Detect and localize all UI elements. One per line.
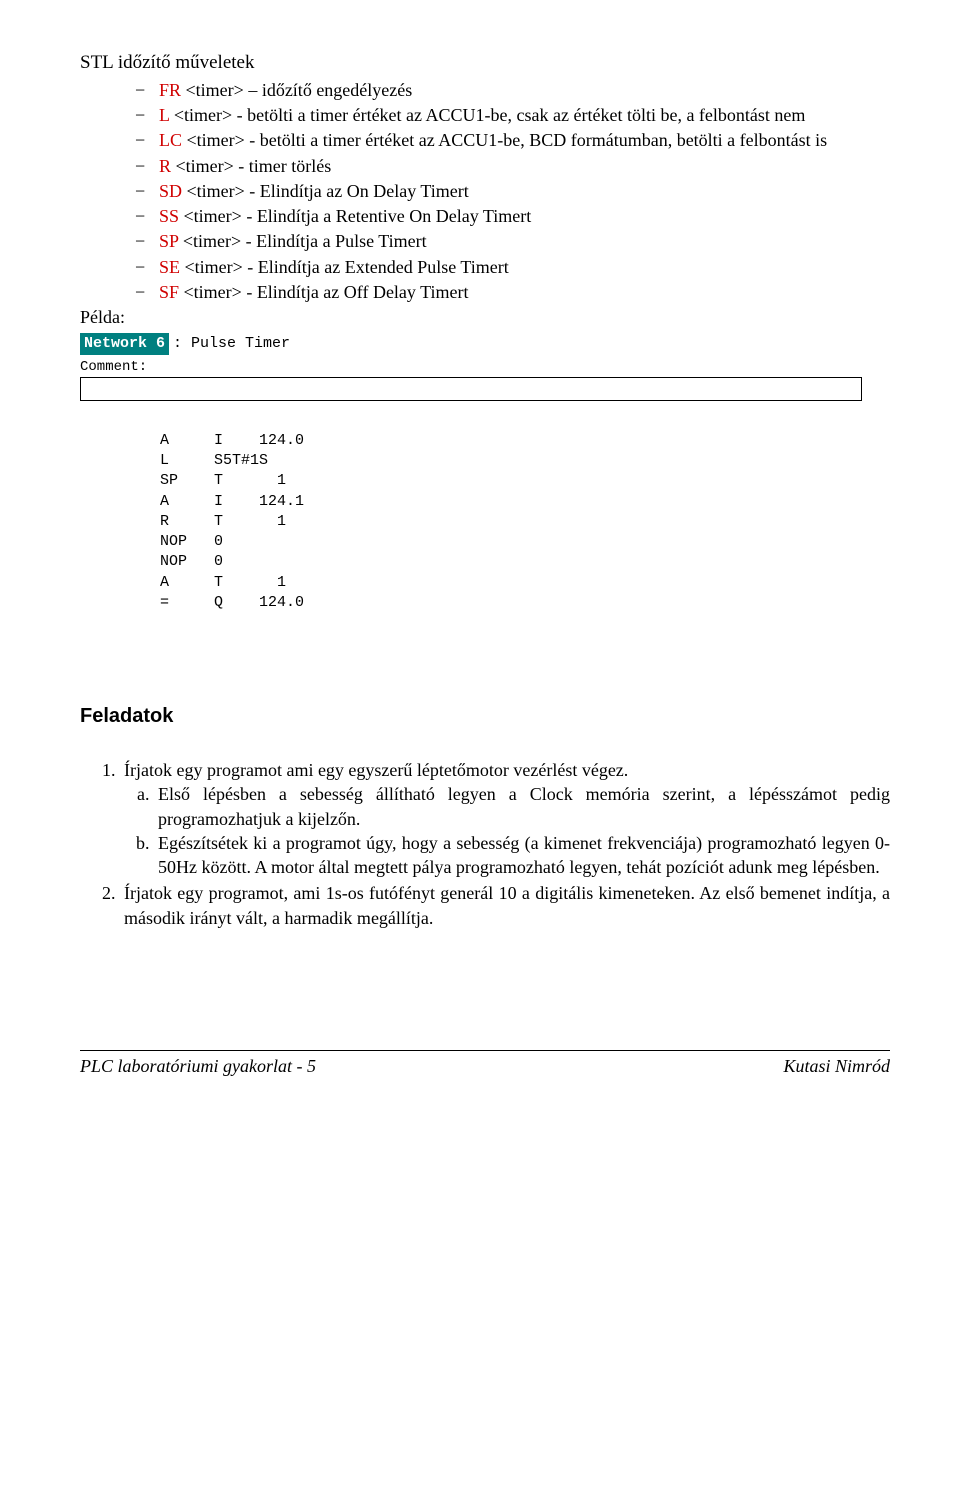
list-item: SS <timer> - Elindítja a Retentive On De… [135, 204, 890, 228]
list-item: SP <timer> - Elindítja a Pulse Timert [135, 229, 890, 253]
code-r: R [159, 156, 171, 176]
comment-field [80, 377, 862, 401]
network-badge: Network 6 [80, 333, 169, 355]
timer-operations-list: FR <timer> – időzítő engedélyezés L <tim… [135, 78, 890, 305]
list-item: SE <timer> - Elindítja az Extended Pulse… [135, 255, 890, 279]
text: <timer> - betölti a timer értéket az ACC… [182, 130, 827, 150]
text: <timer> - timer törlés [171, 156, 331, 176]
list-item: FR <timer> – időzítő engedélyezés [135, 78, 890, 102]
network-header: Network 6 : Pulse Timer [80, 333, 890, 355]
code-lc: LC [159, 130, 182, 150]
text: <timer> - Elindítja a Pulse Timert [178, 231, 426, 251]
tasks-heading: Feladatok [80, 703, 890, 730]
list-item: R <timer> - timer törlés [135, 154, 890, 178]
footer-left: PLC laboratóriumi gyakorlat - 5 [80, 1054, 316, 1078]
code-sp: SP [159, 231, 178, 251]
subtask-b: Egészítsétek ki a programot úgy, hogy a … [154, 831, 890, 880]
code-example: Network 6 : Pulse Timer Comment: A I 124… [80, 333, 890, 613]
example-label: Példa: [80, 305, 890, 329]
list-item: L <timer> - betölti a timer értéket az A… [135, 103, 890, 127]
task-text: Írjatok egy programot ami egy egyszerű l… [124, 760, 628, 780]
tasks-list: Írjatok egy programot ami egy egyszerű l… [120, 758, 890, 930]
footer-right: Kutasi Nimród [783, 1054, 890, 1078]
code-se: SE [159, 257, 180, 277]
code-sd: SD [159, 181, 182, 201]
code-fr: FR [159, 80, 181, 100]
section-title: STL időzítő műveletek [80, 50, 890, 76]
text: <timer> – időzítő engedélyezés [181, 80, 412, 100]
list-item: SD <timer> - Elindítja az On Delay Timer… [135, 179, 890, 203]
task-text: Írjatok egy programot, ami 1s-os futófén… [124, 883, 890, 927]
text: <timer> - betölti a timer értéket az ACC… [169, 105, 805, 125]
list-item: SF <timer> - Elindítja az Off Delay Time… [135, 280, 890, 304]
list-item: LC <timer> - betölti a timer értéket az … [135, 128, 890, 152]
text: <timer> - Elindítja az Extended Pulse Ti… [180, 257, 509, 277]
network-title: : Pulse Timer [169, 333, 294, 355]
text: <timer> - Elindítja a Retentive On Delay… [179, 206, 531, 226]
text: <timer> - Elindítja az On Delay Timert [182, 181, 469, 201]
task-item-1: Írjatok egy programot ami egy egyszerű l… [120, 758, 890, 879]
task-1-sublist: Első lépésben a sebesség állítható legye… [154, 782, 890, 879]
comment-label: Comment: [80, 358, 890, 377]
code-ss: SS [159, 206, 179, 226]
text: <timer> - Elindítja az Off Delay Timert [179, 282, 468, 302]
code-sf: SF [159, 282, 179, 302]
subtask-a: Első lépésben a sebesség állítható legye… [154, 782, 890, 831]
task-item-2: Írjatok egy programot, ami 1s-os futófén… [120, 881, 890, 930]
stl-code-lines: A I 124.0 L S5T#1S SP T 1 A I 124.1 R T … [160, 431, 890, 613]
code-l: L [159, 105, 169, 125]
page-footer: PLC laboratóriumi gyakorlat - 5 Kutasi N… [80, 1050, 890, 1078]
